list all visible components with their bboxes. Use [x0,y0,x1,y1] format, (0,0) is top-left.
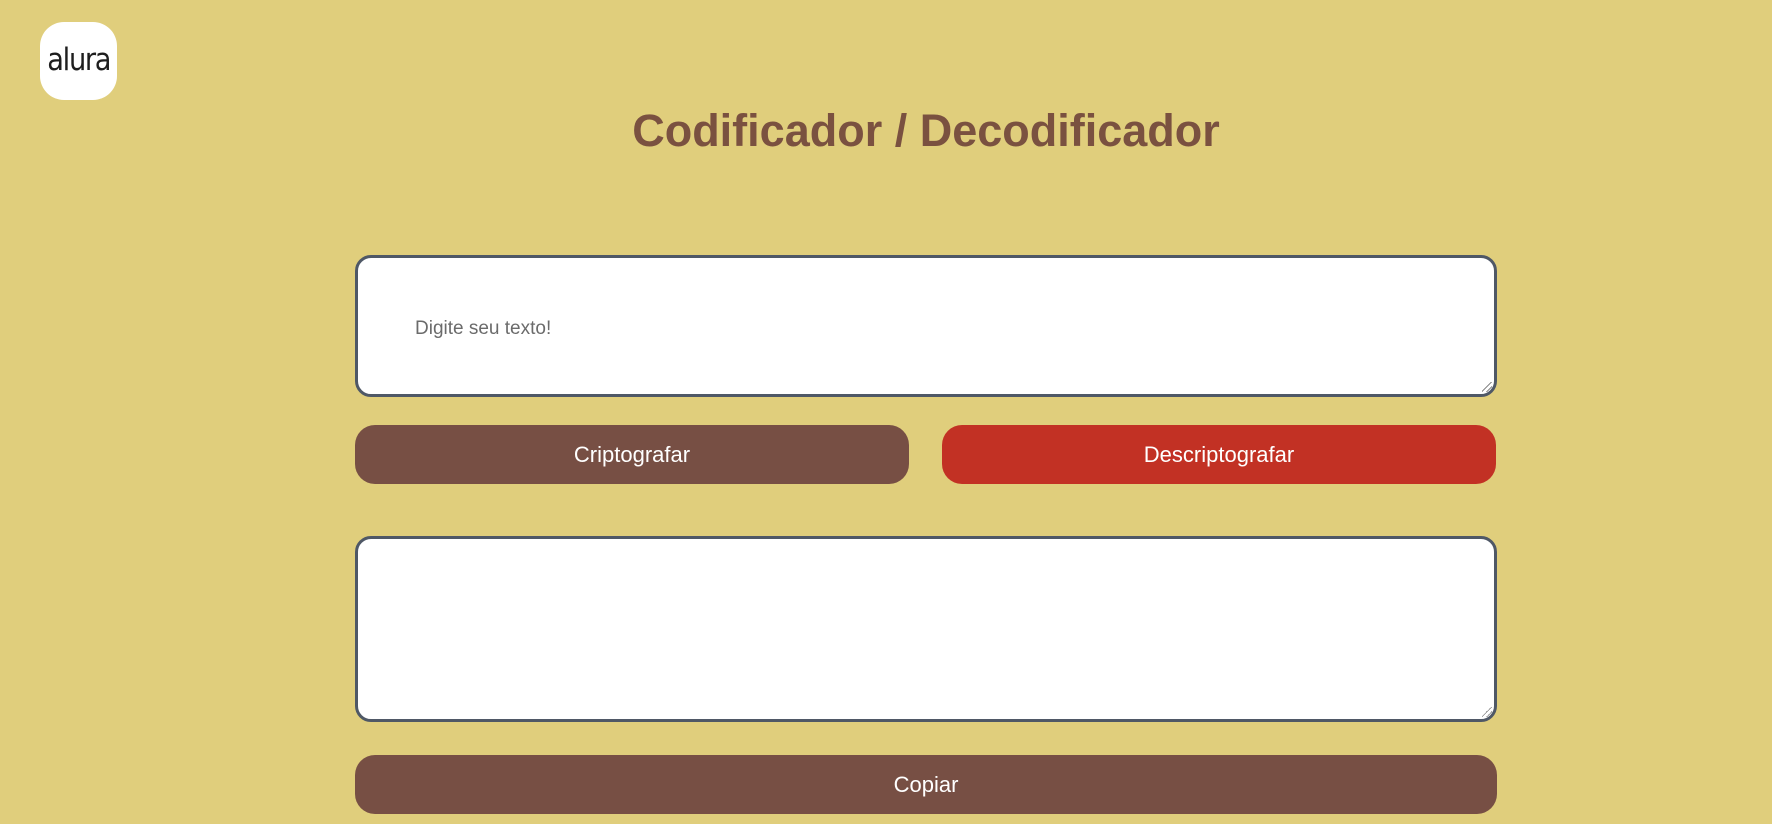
page-title: Codificador / Decodificador [632,105,1220,156]
text-output-area[interactable] [355,536,1497,722]
resize-handle-icon[interactable] [1482,707,1492,717]
decrypt-button[interactable]: Descriptografar [942,425,1496,484]
text-input-area[interactable]: Digite seu texto! [355,255,1497,397]
encrypt-button[interactable]: Criptografar [355,425,909,484]
input-placeholder: Digite seu texto! [415,318,552,339]
alura-logo: alura [40,22,117,100]
resize-handle-icon[interactable] [1482,382,1492,392]
logo-text: alura [47,41,111,78]
copy-button[interactable]: Copiar [355,755,1497,814]
